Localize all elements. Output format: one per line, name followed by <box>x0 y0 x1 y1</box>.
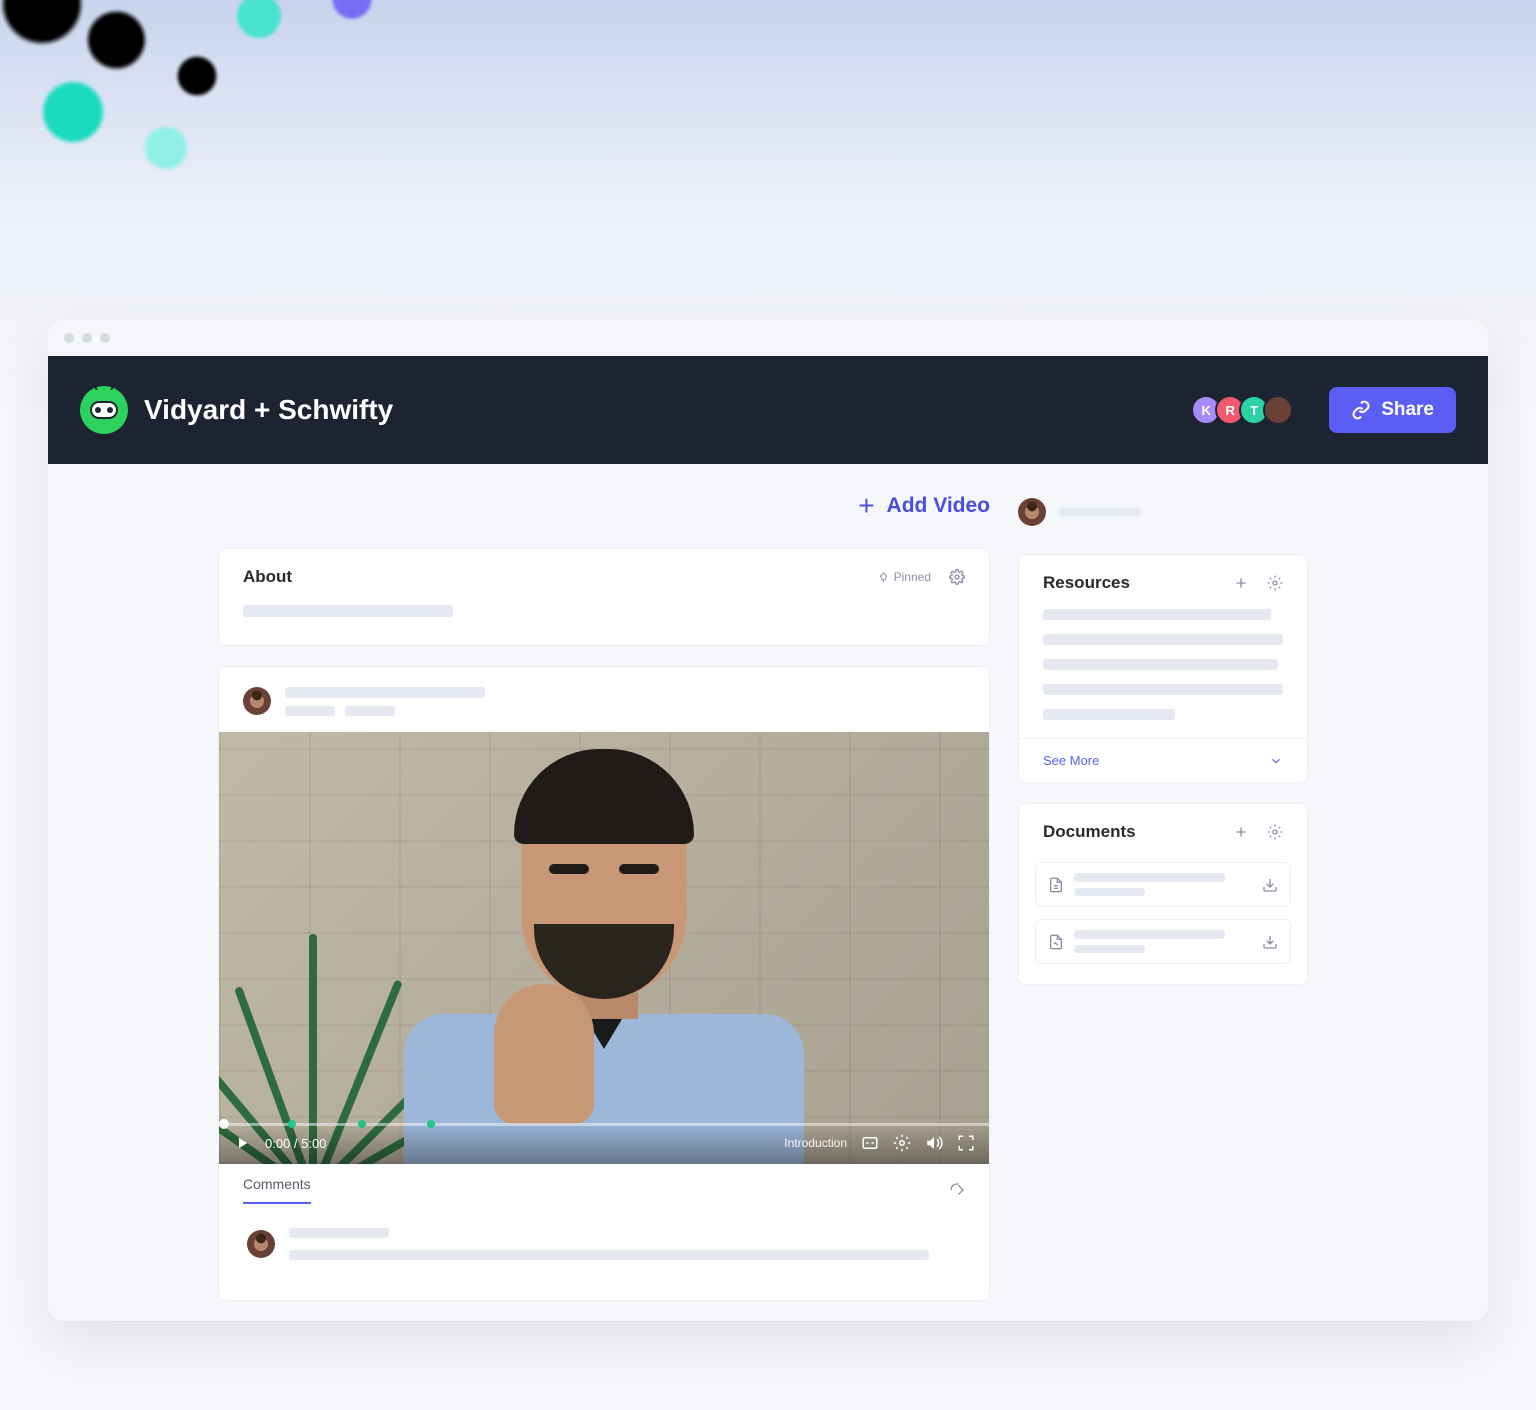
see-more-label: See More <box>1043 753 1099 768</box>
window-dot <box>100 333 110 343</box>
resource-placeholder <box>1043 709 1175 720</box>
app-header: Vidyard + Schwifty K R T Share <box>48 356 1488 464</box>
meta-placeholder <box>285 706 335 716</box>
plus-icon[interactable] <box>1233 575 1249 591</box>
volume-icon[interactable] <box>925 1134 943 1152</box>
plus-icon: + <box>858 492 874 520</box>
pinned-badge: Pinned <box>878 570 931 584</box>
about-title: About <box>243 567 292 587</box>
author-avatar[interactable] <box>243 687 271 715</box>
video-time: 0:00 / 5:00 <box>265 1136 326 1151</box>
gear-icon[interactable] <box>1267 575 1283 591</box>
resource-placeholder <box>1043 634 1283 645</box>
app-window: Vidyard + Schwifty K R T Share + Add Vid… <box>48 320 1488 1321</box>
window-titlebar <box>48 320 1488 356</box>
comments-bar: Comments <box>219 1164 989 1204</box>
main-column: + Add Video About Pinned <box>218 492 990 1321</box>
gear-icon[interactable] <box>893 1134 911 1152</box>
current-user-name-placeholder <box>1060 508 1140 516</box>
author-name-placeholder <box>285 687 485 698</box>
collaborator-avatars: K R T <box>1197 395 1293 425</box>
window-dot <box>64 333 74 343</box>
doc-meta-placeholder <box>1074 888 1145 896</box>
video-controls: 0:00 / 5:00 Introduction <box>219 1122 989 1164</box>
pin-icon <box>878 572 889 583</box>
documents-card: Documents <box>1018 803 1308 985</box>
download-icon[interactable] <box>1262 934 1278 950</box>
gear-icon[interactable] <box>949 569 965 585</box>
resource-placeholder <box>1043 684 1283 695</box>
resource-placeholder <box>1043 609 1271 620</box>
resources-title: Resources <box>1043 573 1130 593</box>
documents-title: Documents <box>1043 822 1136 842</box>
commenter-avatar[interactable] <box>247 1230 275 1258</box>
fullscreen-icon[interactable] <box>957 1134 975 1152</box>
current-user-avatar[interactable] <box>1018 498 1046 526</box>
link-icon <box>1351 400 1371 420</box>
chevron-down-icon <box>1269 754 1283 768</box>
post-header <box>219 667 989 732</box>
download-icon[interactable] <box>1262 877 1278 893</box>
side-column: Resources See More <box>1018 492 1308 1005</box>
page-title: Vidyard + Schwifty <box>144 394 1181 426</box>
doc-name-placeholder <box>1074 873 1225 882</box>
doc-meta-placeholder <box>1074 945 1145 953</box>
video-post-card: 0:00 / 5:00 Introduction Comments <box>218 666 990 1301</box>
brand-logo <box>80 386 128 434</box>
document-row[interactable] <box>1035 862 1291 907</box>
play-icon[interactable] <box>233 1134 251 1152</box>
video-person <box>394 774 814 1164</box>
chapter-label: Introduction <box>784 1136 847 1150</box>
decorative-noise <box>0 0 1536 220</box>
window-dot <box>82 333 92 343</box>
add-video-button[interactable]: + Add Video <box>218 492 990 520</box>
about-text-placeholder <box>243 605 453 617</box>
plus-icon[interactable] <box>1233 824 1249 840</box>
share-button-label: Share <box>1381 399 1434 421</box>
body: + Add Video About Pinned <box>48 464 1488 1321</box>
add-video-label: Add Video <box>887 494 990 518</box>
document-row[interactable] <box>1035 919 1291 964</box>
comment-author-placeholder <box>289 1228 389 1238</box>
current-user <box>1018 498 1308 526</box>
file-icon <box>1048 876 1064 894</box>
comments-tab[interactable]: Comments <box>243 1176 311 1204</box>
about-card: About Pinned <box>218 548 990 646</box>
file-icon <box>1048 933 1064 951</box>
share-arrow-icon[interactable] <box>949 1182 965 1198</box>
captions-icon[interactable] <box>861 1134 879 1152</box>
doc-name-placeholder <box>1074 930 1225 939</box>
see-more-button[interactable]: See More <box>1019 738 1307 782</box>
resources-card: Resources See More <box>1018 554 1308 783</box>
meta-placeholder <box>345 706 395 716</box>
gear-icon[interactable] <box>1267 824 1283 840</box>
video-player[interactable]: 0:00 / 5:00 Introduction <box>219 732 989 1164</box>
resource-placeholder <box>1043 659 1278 670</box>
comment-text-placeholder <box>289 1250 929 1260</box>
avatar[interactable] <box>1263 395 1293 425</box>
comment-item <box>219 1204 989 1300</box>
share-button[interactable]: Share <box>1329 387 1456 433</box>
